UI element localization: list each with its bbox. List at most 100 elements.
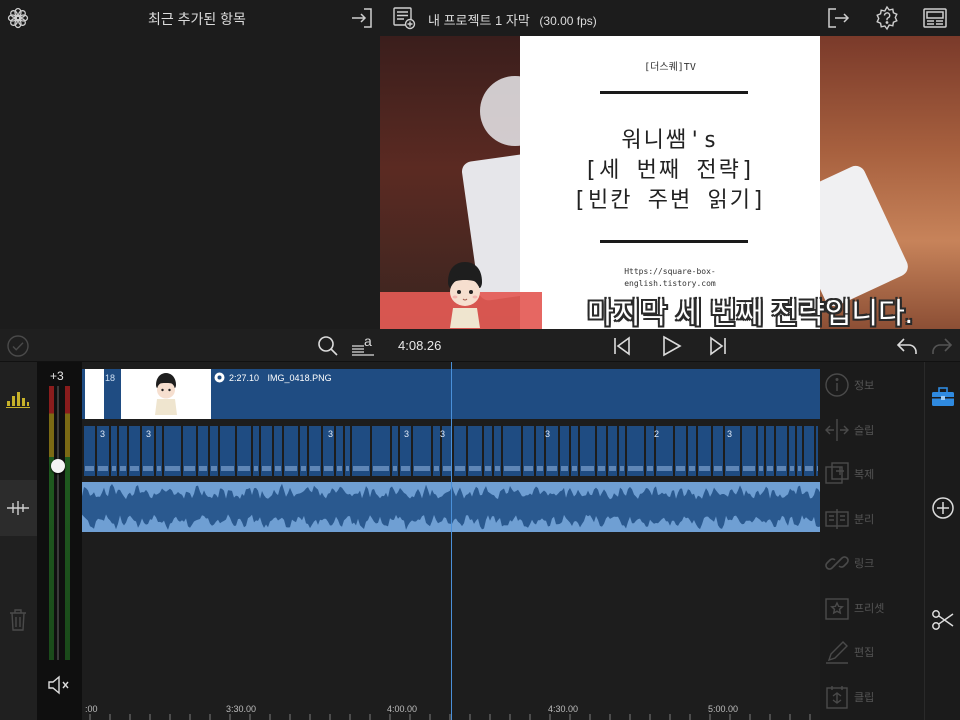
caption-clip-waveform bbox=[238, 466, 250, 471]
right-action-rail bbox=[924, 362, 960, 720]
caption-clip-waveform bbox=[657, 466, 672, 471]
mute-icon[interactable] bbox=[47, 674, 71, 696]
volume-meter: +3 bbox=[37, 362, 82, 720]
tool-edit[interactable]: 편집 bbox=[820, 631, 924, 675]
media-browser-title: 최근 추가된 항목 bbox=[148, 11, 246, 27]
subtitle-text: 마지막 세 번째 전략입니다. bbox=[587, 298, 913, 329]
caption-clip-waveform bbox=[221, 466, 234, 471]
caption-clip-waveform bbox=[790, 466, 794, 471]
caption-clip-waveform bbox=[85, 466, 94, 471]
timeline[interactable]: 18 2:27.10 IMG_0418.PNG 3 3 3 3 3 2 3 3 bbox=[82, 362, 820, 720]
edit-icon bbox=[824, 639, 850, 665]
project-title: 내 프로젝트 1 자막 bbox=[428, 13, 530, 28]
export-icon[interactable] bbox=[826, 6, 850, 30]
caption-clip-waveform bbox=[401, 466, 410, 471]
caption-clip-waveform bbox=[184, 466, 195, 471]
tool-label: 복제 bbox=[854, 469, 875, 481]
caption-clip-waveform bbox=[157, 466, 161, 471]
media-browser-panel bbox=[0, 36, 380, 329]
caption-clip-waveform bbox=[628, 466, 643, 471]
caption-clip-waveform bbox=[495, 466, 500, 471]
playhead[interactable] bbox=[451, 362, 452, 720]
tool-label: 링크 bbox=[854, 558, 875, 570]
caption-clip-waveform bbox=[620, 466, 624, 471]
audio-mixer-icon[interactable] bbox=[6, 388, 30, 408]
tool-split[interactable]: 분리 bbox=[820, 498, 924, 542]
caption-clip-waveform bbox=[130, 466, 139, 471]
play-icon[interactable] bbox=[659, 334, 683, 358]
undo-icon[interactable] bbox=[895, 335, 919, 357]
flower-icon[interactable] bbox=[6, 6, 30, 30]
tool-duplicate[interactable]: 복제 bbox=[820, 453, 924, 497]
video-preview[interactable]: [더스퀘]TV 워니쌤's [세 번째 전략] [빈칸 주변 읽기] Https… bbox=[380, 36, 960, 329]
ruler-label: :00 bbox=[85, 704, 98, 714]
volume-slider-track[interactable] bbox=[57, 386, 59, 660]
trash-icon[interactable] bbox=[8, 608, 28, 632]
clip-icon bbox=[824, 684, 850, 710]
check-icon[interactable] bbox=[6, 334, 30, 358]
caption-clip-waveform bbox=[393, 466, 397, 471]
caption-clip-waveform bbox=[572, 466, 577, 471]
project-header: 내 프로젝트 1 자막 (30.00 fps) bbox=[380, 0, 960, 36]
project-fps: (30.00 fps) bbox=[539, 14, 597, 28]
caption-clip-waveform bbox=[346, 466, 349, 471]
caption-clip-waveform bbox=[262, 466, 271, 471]
caption-clip-waveform bbox=[301, 466, 306, 471]
clip-thumbnail[interactable] bbox=[121, 369, 211, 419]
project-list-icon[interactable] bbox=[392, 6, 416, 30]
tool-label: 프리셋 bbox=[854, 603, 885, 615]
tool-label: 슬립 bbox=[854, 425, 875, 437]
caption-clip-waveform bbox=[443, 466, 451, 471]
tool-label: 정보 bbox=[854, 380, 875, 392]
clip-number-fragment: 18 bbox=[105, 373, 116, 383]
title-card-line-2: [세 번째 전략] bbox=[583, 158, 757, 183]
caption-clip-waveform bbox=[211, 466, 217, 471]
caption-clip-waveform bbox=[120, 466, 126, 471]
title-card-line-1: 워니쌤's bbox=[621, 128, 719, 153]
caption-clip-waveform bbox=[537, 466, 543, 471]
clip-thumbnail-white bbox=[85, 369, 104, 419]
caption-clip-waveform bbox=[353, 466, 369, 471]
caption-clip-waveform bbox=[434, 466, 439, 471]
tool-info[interactable]: 정보 bbox=[820, 364, 924, 408]
caption-clip-waveform bbox=[805, 466, 813, 471]
caption-clip-waveform bbox=[714, 466, 722, 471]
ruler-label: 5:00.00 bbox=[708, 704, 739, 714]
scissors-icon[interactable] bbox=[931, 608, 955, 632]
track-selector[interactable] bbox=[0, 480, 37, 536]
caption-clip-waveform bbox=[485, 466, 491, 471]
caption-clip-waveform bbox=[337, 466, 342, 471]
toolbox-icon[interactable] bbox=[931, 386, 955, 408]
redo-icon[interactable] bbox=[930, 335, 954, 357]
waveform-icon bbox=[6, 498, 30, 518]
transport-bar: a 4:08.26 bbox=[0, 329, 960, 362]
media-browser-header: 최근 추가된 항목 bbox=[0, 0, 380, 36]
add-icon[interactable] bbox=[931, 496, 955, 520]
title-card-line-3: [빈칸 주변 읽기] bbox=[572, 188, 768, 213]
tool-preset[interactable]: 프리셋 bbox=[820, 587, 924, 631]
caption-clip-waveform bbox=[699, 466, 710, 471]
caption-clip-waveform bbox=[112, 466, 116, 471]
volume-slider-knob[interactable] bbox=[51, 459, 65, 473]
search-icon[interactable] bbox=[316, 334, 340, 358]
caption-clip-waveform bbox=[254, 466, 258, 471]
layout-icon[interactable] bbox=[922, 6, 948, 30]
skip-forward-icon[interactable] bbox=[707, 335, 729, 357]
skip-back-icon[interactable] bbox=[611, 335, 633, 357]
help-settings-icon[interactable] bbox=[874, 5, 900, 31]
title-marker: 3 bbox=[727, 429, 733, 439]
caption-clip-waveform bbox=[743, 466, 755, 471]
clip-duration: 2:27.10 bbox=[229, 373, 260, 383]
text-title-icon[interactable]: a bbox=[350, 332, 376, 358]
caption-clip-waveform bbox=[561, 466, 568, 471]
title-marker: 3 bbox=[328, 429, 334, 439]
title-marker: 3 bbox=[146, 429, 152, 439]
tool-slip[interactable]: 슬립 bbox=[820, 409, 924, 453]
import-icon[interactable] bbox=[350, 6, 374, 30]
character-sticker bbox=[438, 258, 492, 328]
tool-link[interactable]: 링크 bbox=[820, 542, 924, 586]
caption-clip-waveform bbox=[609, 466, 616, 471]
caption-clip-waveform bbox=[165, 466, 180, 471]
tool-clip[interactable]: 클립 bbox=[820, 676, 924, 720]
caption-clip-waveform bbox=[199, 466, 207, 471]
